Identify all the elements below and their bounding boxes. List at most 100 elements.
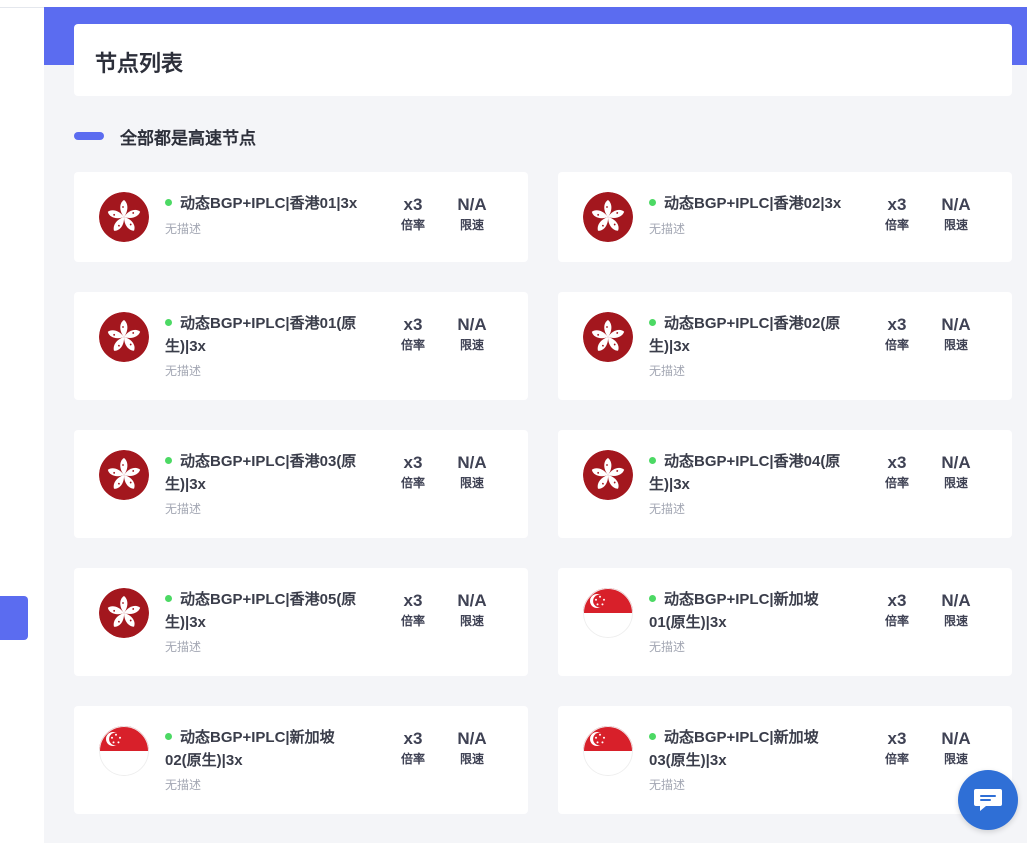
node-description: 无描述 <box>165 502 202 516</box>
node-card[interactable]: 动态BGP+IPLC|香港03(原生)|3x 无描述 x3 倍率 N/A 限速 <box>74 430 528 538</box>
limit-label: 限速 <box>943 338 968 352</box>
sidebar <box>0 0 45 843</box>
node-name: 动态BGP+IPLC|香港03(原生)|3x <box>165 450 370 496</box>
node-name-text: 动态BGP+IPLC|香港03(原生)|3x <box>165 453 357 493</box>
node-flag <box>99 312 149 362</box>
rate-label: 倍率 <box>884 752 909 766</box>
node-card[interactable]: 动态BGP+IPLC|香港01|3x 无描述 x3 倍率 N/A 限速 <box>74 172 528 262</box>
node-flag <box>583 312 633 362</box>
limit-label: 限速 <box>459 752 484 766</box>
limit-label: 限速 <box>459 476 484 490</box>
limit-label: 限速 <box>459 614 484 628</box>
section-accent-bar <box>74 132 104 140</box>
node-name-text: 动态BGP+IPLC|新加坡03(原生)|3x <box>649 729 819 769</box>
limit-value: N/A <box>457 453 487 472</box>
limit-stat: N/A 限速 <box>931 590 981 630</box>
limit-value: N/A <box>941 729 971 748</box>
status-online-dot <box>165 456 172 464</box>
node-flag <box>583 192 633 242</box>
node-name: 动态BGP+IPLC|新加坡03(原生)|3x <box>649 726 854 772</box>
rate-value: x3 <box>887 729 907 748</box>
node-card[interactable]: 动态BGP+IPLC|香港02|3x 无描述 x3 倍率 N/A 限速 <box>558 172 1012 262</box>
hong-kong-flag-icon <box>583 450 633 500</box>
node-name: 动态BGP+IPLC|香港02(原生)|3x <box>649 312 854 358</box>
node-name: 动态BGP+IPLC|香港02|3x <box>649 192 854 215</box>
limit-stat: N/A 限速 <box>931 314 981 354</box>
section-title: 全部都是高速节点 <box>120 128 256 148</box>
rate-stat: x3 倍率 <box>388 194 438 234</box>
status-online-dot <box>165 198 172 206</box>
rate-label: 倍率 <box>884 476 909 490</box>
limit-value: N/A <box>457 195 487 214</box>
node-description: 无描述 <box>649 502 686 516</box>
limit-value: N/A <box>457 729 487 748</box>
rate-stat: x3 倍率 <box>388 452 438 492</box>
limit-value: N/A <box>941 195 971 214</box>
node-card[interactable]: 动态BGP+IPLC|新加坡01(原生)|3x 无描述 x3 倍率 N/A 限速 <box>558 568 1012 676</box>
node-description: 无描述 <box>649 222 686 236</box>
limit-stat: N/A 限速 <box>931 452 981 492</box>
rate-label: 倍率 <box>884 338 909 352</box>
singapore-flag-icon <box>99 726 149 776</box>
node-name-text: 动态BGP+IPLC|香港01(原生)|3x <box>165 315 357 355</box>
chat-button[interactable] <box>958 770 1018 830</box>
limit-stat: N/A 限速 <box>447 590 497 630</box>
node-name: 动态BGP+IPLC|新加坡02(原生)|3x <box>165 726 370 772</box>
node-flag <box>99 192 149 242</box>
node-description: 无描述 <box>649 364 686 378</box>
status-online-dot <box>649 732 656 740</box>
limit-label: 限速 <box>943 614 968 628</box>
node-name-text: 动态BGP+IPLC|新加坡01(原生)|3x <box>649 591 819 631</box>
rate-value: x3 <box>403 453 423 472</box>
hong-kong-flag-icon <box>583 312 633 362</box>
limit-stat: N/A 限速 <box>447 452 497 492</box>
singapore-flag-icon <box>583 726 633 776</box>
rate-label: 倍率 <box>400 218 425 232</box>
limit-stat: N/A 限速 <box>447 728 497 768</box>
rate-stat: x3 倍率 <box>872 728 922 768</box>
status-online-dot <box>649 318 656 326</box>
main-content: 节点列表 全部都是高速节点 动态BGP+IPLC|香港01|3x 无描述 x3 … <box>44 0 1027 843</box>
limit-label: 限速 <box>943 218 968 232</box>
status-online-dot <box>649 594 656 602</box>
top-strip <box>44 0 1027 7</box>
node-description: 无描述 <box>649 640 686 654</box>
node-description: 无描述 <box>165 364 202 378</box>
limit-label: 限速 <box>943 476 968 490</box>
node-card[interactable]: 动态BGP+IPLC|香港04(原生)|3x 无描述 x3 倍率 N/A 限速 <box>558 430 1012 538</box>
node-name-text: 动态BGP+IPLC|香港04(原生)|3x <box>649 453 841 493</box>
node-card[interactable]: 动态BGP+IPLC|新加坡03(原生)|3x 无描述 x3 倍率 N/A 限速 <box>558 706 1012 814</box>
status-online-dot <box>649 198 656 206</box>
rate-stat: x3 倍率 <box>872 590 922 630</box>
node-description: 无描述 <box>165 222 202 236</box>
page-title: 节点列表 <box>95 51 184 76</box>
rate-stat: x3 倍率 <box>388 590 438 630</box>
rate-value: x3 <box>403 591 423 610</box>
node-flag <box>99 588 149 638</box>
limit-label: 限速 <box>459 338 484 352</box>
node-card[interactable]: 动态BGP+IPLC|香港05(原生)|3x 无描述 x3 倍率 N/A 限速 <box>74 568 528 676</box>
node-description: 无描述 <box>165 778 202 792</box>
node-flag <box>99 726 149 776</box>
hong-kong-flag-icon <box>99 588 149 638</box>
node-card[interactable]: 动态BGP+IPLC|新加坡02(原生)|3x 无描述 x3 倍率 N/A 限速 <box>74 706 528 814</box>
hong-kong-flag-icon <box>99 450 149 500</box>
rate-label: 倍率 <box>400 614 425 628</box>
status-online-dot <box>165 594 172 602</box>
node-card[interactable]: 动态BGP+IPLC|香港01(原生)|3x 无描述 x3 倍率 N/A 限速 <box>74 292 528 400</box>
limit-value: N/A <box>941 591 971 610</box>
node-name-text: 动态BGP+IPLC|香港02|3x <box>664 195 842 212</box>
node-name: 动态BGP+IPLC|香港04(原生)|3x <box>649 450 854 496</box>
rate-value: x3 <box>887 315 907 334</box>
rate-value: x3 <box>403 729 423 748</box>
rate-value: x3 <box>403 315 423 334</box>
node-card[interactable]: 动态BGP+IPLC|香港02(原生)|3x 无描述 x3 倍率 N/A 限速 <box>558 292 1012 400</box>
rate-stat: x3 倍率 <box>388 728 438 768</box>
status-online-dot <box>165 318 172 326</box>
hong-kong-flag-icon <box>99 192 149 242</box>
sidebar-active-item[interactable] <box>0 596 28 640</box>
node-name-text: 动态BGP+IPLC|新加坡02(原生)|3x <box>165 729 335 769</box>
rate-value: x3 <box>887 453 907 472</box>
title-card: 节点列表 <box>74 24 1012 96</box>
limit-label: 限速 <box>459 218 484 232</box>
